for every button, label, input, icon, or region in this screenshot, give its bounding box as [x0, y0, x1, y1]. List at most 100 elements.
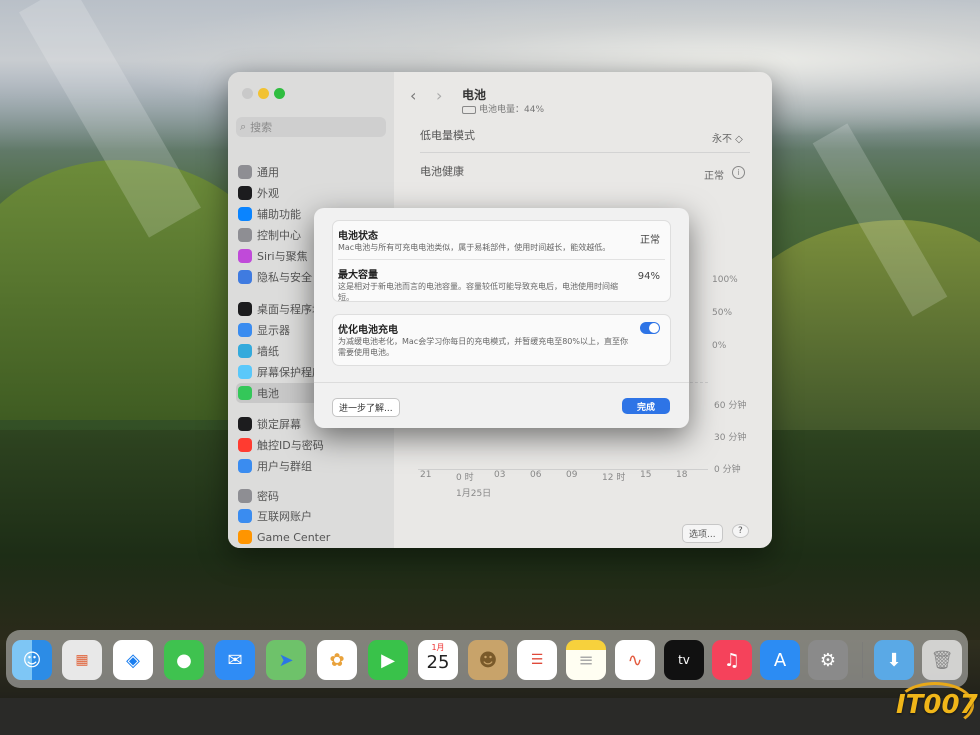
sidebar-item-icon — [238, 459, 252, 473]
battery-health-label: 电池健康 — [420, 165, 464, 178]
sidebar-item[interactable]: 密码 — [238, 486, 386, 506]
sidebar-item-icon — [238, 302, 252, 316]
max-capacity-desc: 这是相对于新电池而言的电池容量。容量较低可能导致充电后，电池使用时间缩短。 — [338, 282, 618, 302]
sidebar-item-label: 密码 — [257, 490, 279, 503]
sidebar-item-icon — [238, 530, 252, 544]
learn-more-button[interactable]: 进一步了解... — [332, 398, 400, 417]
axis-label-pct-50: 50% — [712, 308, 733, 318]
help-button[interactable]: ? — [732, 524, 749, 538]
max-capacity-title: 最大容量 — [338, 270, 378, 281]
sidebar-item-label: 锁定屏幕 — [257, 418, 301, 431]
sidebar-item-label: 控制中心 — [257, 229, 301, 242]
maps-icon[interactable]: ➤ — [266, 640, 306, 680]
sidebar-item-icon — [238, 249, 252, 263]
sidebar-item-icon — [238, 228, 252, 242]
sidebar-item-label: 隐私与安全 — [257, 271, 312, 284]
sidebar-item-icon — [238, 417, 252, 431]
x-tick: 06 — [530, 470, 542, 480]
axis-label-min-0: 0 分钟 — [714, 465, 741, 475]
sidebar-item-icon — [238, 386, 252, 400]
sidebar-item-icon — [238, 365, 252, 379]
x-tick: 21 — [420, 470, 432, 480]
done-button[interactable]: 完成 — [622, 398, 670, 414]
battery-info-group: 电池状态 Mac电池与所有可充电电池类似，属于易耗部件，使用时间越长，能效越低。… — [332, 220, 671, 302]
sidebar-item-icon — [238, 438, 252, 452]
sidebar-item-icon — [238, 165, 252, 179]
low-power-mode-label: 低电量模式 — [420, 129, 475, 142]
x-tick: 03 — [494, 470, 506, 480]
apple-tv-icon[interactable]: tv — [664, 640, 704, 680]
notes-icon[interactable]: ≡ — [566, 640, 606, 680]
messages-icon[interactable]: ● — [164, 640, 204, 680]
max-capacity-value: 94% — [637, 271, 660, 282]
app-store-icon[interactable]: A — [760, 640, 800, 680]
battery-state-value: 正常 — [640, 235, 660, 246]
sidebar-item-label: 显示器 — [257, 324, 290, 337]
calendar-day: 25 — [426, 652, 450, 673]
info-icon[interactable]: i — [732, 166, 745, 179]
finder-icon[interactable]: ☺ — [12, 640, 52, 680]
sidebar-item[interactable]: 触控ID与密码 — [238, 435, 386, 455]
search-input[interactable]: ⌕ 搜索 — [236, 117, 386, 137]
low-power-mode-select[interactable]: 永不 ◇ — [712, 130, 743, 145]
sidebar-item-label: Game Center — [257, 530, 331, 544]
divider — [420, 152, 750, 153]
sidebar-item-label: 电池 — [257, 387, 279, 400]
sidebar-item-icon — [238, 509, 252, 523]
photos-icon[interactable]: ✿ — [317, 640, 357, 680]
sidebar-item[interactable]: 通用 — [238, 162, 386, 182]
axis-label-min-60: 60 分钟 — [714, 401, 747, 411]
axis-label-pct-100: 100% — [712, 275, 738, 285]
page-title: 电池 — [462, 88, 487, 102]
facetime-icon[interactable]: ▶ — [368, 640, 408, 680]
chart-date-label: 1月25日 — [456, 489, 492, 499]
battery-icon — [462, 105, 476, 114]
close-window-button[interactable] — [242, 88, 253, 99]
sidebar-item-icon — [238, 207, 252, 221]
music-icon[interactable]: ♫ — [712, 640, 752, 680]
contacts-icon[interactable]: ☻ — [468, 640, 508, 680]
launchpad-icon[interactable]: ▦ — [62, 640, 102, 680]
axis-label-min-30: 30 分钟 — [714, 433, 747, 443]
optimize-charging-title: 优化电池充电 — [338, 325, 398, 336]
sidebar-item-icon — [238, 323, 252, 337]
freeform-icon[interactable]: ∿ — [615, 640, 655, 680]
battery-state-desc: Mac电池与所有可充电电池类似，属于易耗部件，使用时间越长，能效越低。 — [338, 243, 611, 252]
divider — [338, 259, 665, 260]
battery-health-value: 正常 — [704, 171, 724, 182]
downloads-folder-icon[interactable]: ⬇ — [874, 640, 914, 680]
reminders-icon[interactable]: ☰ — [517, 640, 557, 680]
back-button[interactable]: ‹ — [410, 86, 416, 105]
sidebar-item-label: 外观 — [257, 187, 279, 200]
sidebar-item-icon — [238, 186, 252, 200]
x-tick: 15 — [640, 470, 652, 480]
zoom-window-button[interactable] — [274, 88, 285, 99]
minimize-window-button[interactable] — [258, 88, 269, 99]
sidebar-item[interactable]: 互联网账户 — [238, 506, 386, 526]
forward-button[interactable]: › — [436, 86, 442, 105]
sidebar-item-label: Siri与聚焦 — [257, 250, 308, 263]
sidebar-item[interactable]: 用户与群组 — [238, 456, 386, 476]
system-settings-icon[interactable]: ⚙ — [808, 640, 848, 680]
mail-icon[interactable]: ✉ — [215, 640, 255, 680]
calendar-icon[interactable]: 1月 25 — [418, 640, 458, 680]
x-tick: 0 时 — [456, 473, 474, 483]
optimize-charging-toggle[interactable] — [640, 322, 660, 334]
safari-icon[interactable]: ◈ — [113, 640, 153, 680]
sidebar-item-icon — [238, 270, 252, 284]
options-button[interactable]: 选项... — [682, 524, 723, 543]
optimize-charging-group: 优化电池充电 为减缓电池老化，Mac会学习你每日的充电模式，并暂缓充电至80%以… — [332, 314, 671, 366]
sidebar-item[interactable]: Game Center — [238, 527, 386, 547]
x-tick: 18 — [676, 470, 688, 480]
optimize-charging-desc: 为减缓电池老化，Mac会学习你每日的充电模式，并暂缓充电至80%以上，直至你需要… — [338, 337, 628, 357]
sidebar-item-label: 通用 — [257, 166, 279, 179]
sidebar-item-label: 辅助功能 — [257, 208, 301, 221]
x-tick: 09 — [566, 470, 578, 480]
sidebar-item-label: 互联网账户 — [257, 510, 312, 523]
trash-icon[interactable]: 🗑 — [922, 640, 962, 680]
battery-health-dialog: 电池状态 Mac电池与所有可充电电池类似，属于易耗部件，使用时间越长，能效越低。… — [314, 208, 689, 428]
sidebar-item[interactable]: 外观 — [238, 183, 386, 203]
sidebar-item-label: 用户与群组 — [257, 460, 312, 473]
search-placeholder: 搜索 — [250, 121, 273, 134]
battery-state-title: 电池状态 — [338, 231, 378, 242]
